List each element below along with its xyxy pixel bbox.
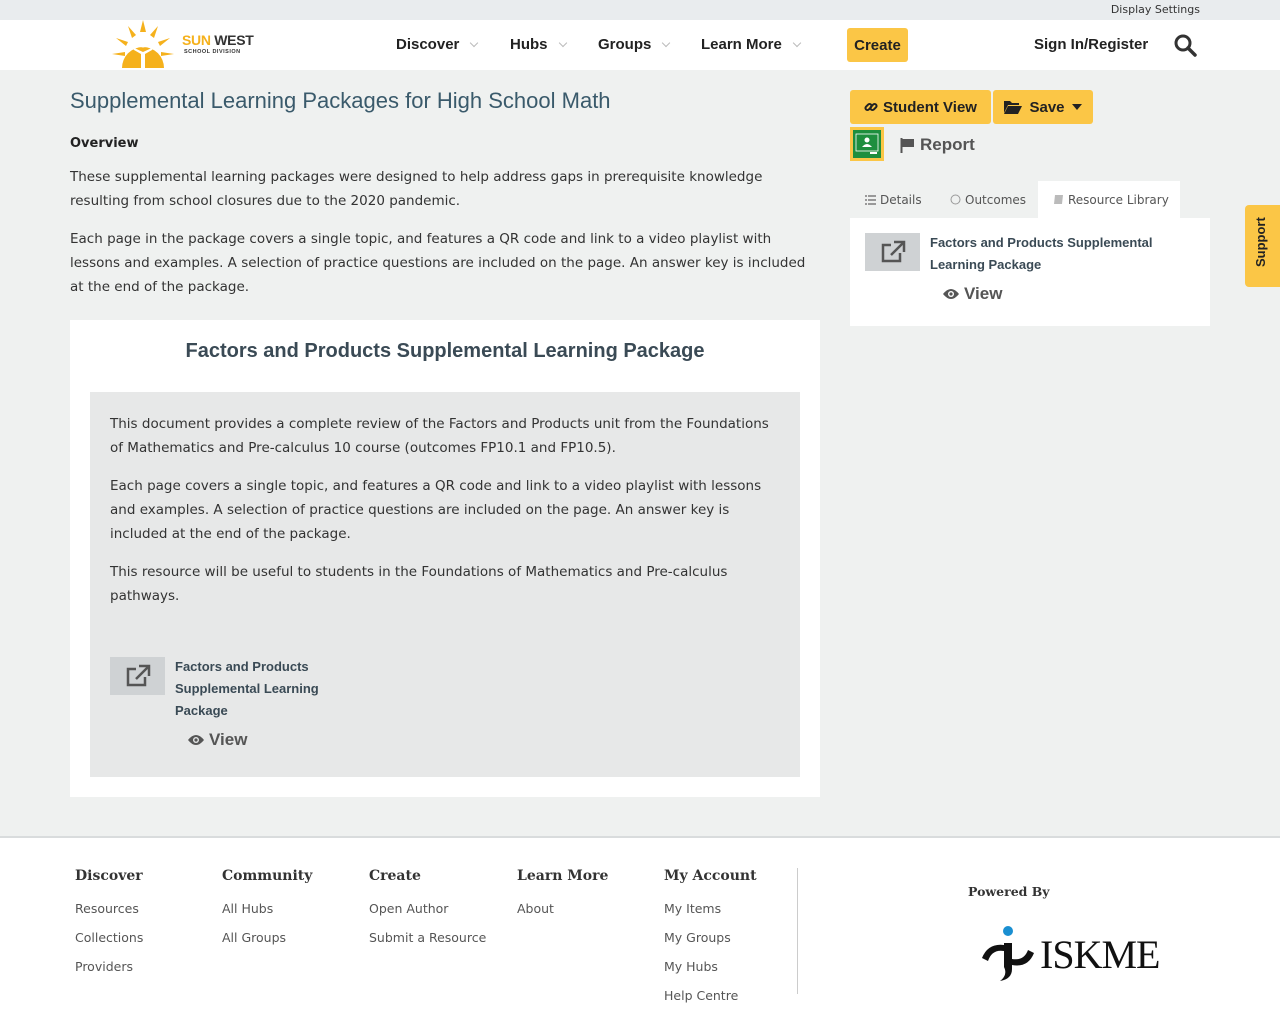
card-paragraph: This resource will be useful to students…	[110, 564, 728, 604]
footer-column-my-account: My Account My Items My Groups My Hubs He…	[664, 868, 757, 1010]
external-link-icon	[881, 240, 905, 263]
footer-link-my-hubs[interactable]: My Hubs	[664, 952, 757, 981]
student-view-button[interactable]: Student View	[850, 90, 991, 124]
support-tab[interactable]: Support	[1245, 205, 1280, 287]
footer-link-help-centre[interactable]: Help Centre	[664, 981, 757, 1010]
resource-title-link[interactable]: Factors and Products Supplemental Learni…	[930, 232, 1190, 276]
chevron-down-icon	[558, 38, 567, 47]
nav-learn-more[interactable]: Learn More	[701, 36, 802, 53]
card-paragraph: This document provides a complete review…	[110, 416, 769, 456]
chevron-down-icon	[792, 38, 802, 47]
site-footer: Discover Resources Collections Providers…	[0, 836, 1280, 1024]
overview-paragraph: Each page in the package covers a single…	[70, 231, 806, 295]
footer-link-about[interactable]: About	[517, 894, 608, 923]
resource-card: Factors and Products Supplemental Learni…	[70, 320, 820, 797]
google-classroom-icon[interactable]	[850, 127, 884, 161]
tab-resource-library[interactable]: Resource Library	[1038, 181, 1180, 218]
folder-open-icon	[1004, 101, 1023, 114]
report-link[interactable]: Report	[900, 135, 975, 155]
footer-link-open-author[interactable]: Open Author	[369, 894, 486, 923]
footer-heading: Create	[369, 868, 421, 884]
iskme-logo[interactable]: ISKME	[978, 923, 1160, 983]
footer-link-providers[interactable]: Providers	[75, 952, 143, 981]
footer-heading: Discover	[75, 868, 143, 884]
footer-heading: Learn More	[517, 868, 609, 884]
footer-link-submit-resource[interactable]: Submit a Resource	[369, 923, 486, 952]
iskme-swirl-icon	[982, 926, 1034, 981]
footer-column-learn-more: Learn More About	[517, 868, 608, 923]
view-button[interactable]: View	[943, 284, 1002, 304]
footer-link-all-groups[interactable]: All Groups	[222, 923, 312, 952]
external-link-icon	[126, 664, 150, 687]
caret-down-icon	[1071, 104, 1082, 110]
resource-thumbnail[interactable]	[865, 233, 920, 271]
footer-link-my-items[interactable]: My Items	[664, 894, 757, 923]
chevron-down-icon	[662, 38, 671, 47]
nav-hubs[interactable]: Hubs	[510, 36, 567, 53]
link-icon	[864, 102, 878, 112]
eye-icon	[943, 289, 959, 299]
tab-outcomes[interactable]: Outcomes	[950, 181, 1030, 218]
create-button[interactable]: Create	[847, 28, 908, 62]
logo-title: SUN WEST	[182, 32, 254, 48]
resource-title-link[interactable]: Factors and Products Supplemental Learni…	[175, 656, 325, 722]
footer-heading: Community	[222, 868, 313, 884]
nav-discover[interactable]: Discover	[396, 36, 479, 53]
search-icon[interactable]	[1173, 33, 1197, 57]
sun-logo-icon	[112, 20, 174, 68]
page-title: Supplemental Learning Packages for High …	[70, 88, 611, 113]
chevron-down-icon	[470, 38, 479, 47]
top-utility-bar: Display Settings	[0, 0, 1280, 20]
footer-link-my-groups[interactable]: My Groups	[664, 923, 757, 952]
footer-heading: My Account	[664, 868, 757, 884]
overview-heading: Overview	[70, 136, 139, 151]
list-icon	[865, 194, 876, 205]
main-navbar: SUN WEST SCHOOL DIVISION Discover Hubs G…	[0, 20, 1280, 70]
logo-subtitle: SCHOOL DIVISION	[184, 49, 241, 55]
display-settings-link[interactable]: Display Settings	[1111, 3, 1200, 16]
footer-link-collections[interactable]: Collections	[75, 923, 143, 952]
footer-column-create: Create Open Author Submit a Resource	[369, 868, 486, 952]
card-paragraph: Each page covers a single topic, and fea…	[110, 478, 762, 542]
card-description-box: This document provides a complete review…	[90, 392, 800, 777]
footer-column-discover: Discover Resources Collections Providers	[75, 868, 143, 981]
nav-groups[interactable]: Groups	[598, 36, 671, 53]
circle-icon	[950, 194, 961, 205]
save-button[interactable]: Save	[993, 90, 1093, 124]
footer-link-resources[interactable]: Resources	[75, 894, 143, 923]
footer-link-all-hubs[interactable]: All Hubs	[222, 894, 312, 923]
tab-details[interactable]: Details	[865, 181, 937, 218]
resource-thumbnail[interactable]	[110, 657, 165, 695]
sun-west-logo[interactable]: SUN WEST SCHOOL DIVISION	[112, 20, 262, 68]
book-icon	[1054, 195, 1063, 204]
flag-icon	[900, 137, 914, 153]
eye-icon	[188, 735, 204, 745]
sign-in-register-link[interactable]: Sign In/Register	[1034, 36, 1148, 53]
resource-library-panel: Factors and Products Supplemental Learni…	[850, 218, 1210, 326]
view-button[interactable]: View	[188, 730, 247, 750]
iskme-wordmark: ISKME	[1040, 932, 1160, 977]
footer-column-community: Community All Hubs All Groups	[222, 868, 312, 952]
card-title: Factors and Products Supplemental Learni…	[185, 340, 705, 362]
powered-by-label: Powered By	[968, 884, 1050, 899]
overview-paragraph: These supplemental learning packages wer…	[70, 169, 763, 209]
footer-divider	[797, 868, 798, 994]
